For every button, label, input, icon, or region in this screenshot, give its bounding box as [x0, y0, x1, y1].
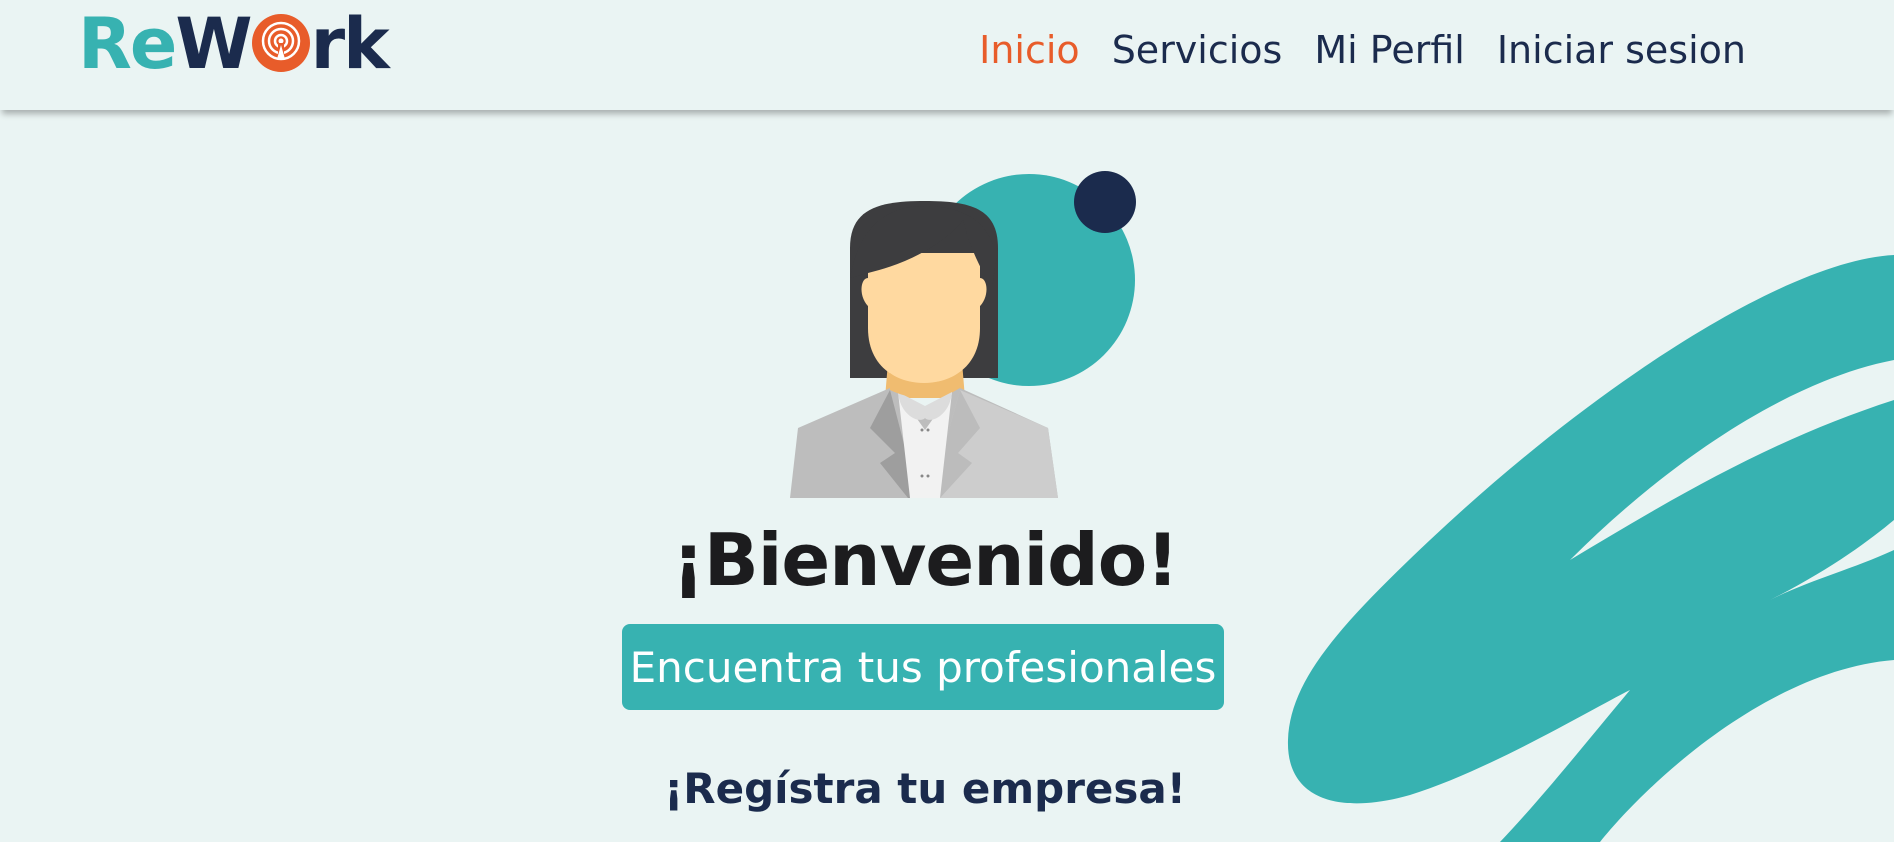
- logo-text-re: Re: [78, 3, 177, 85]
- top-navbar: Re W rk Inicio Servicios Mi Perfil Inici…: [0, 0, 1894, 110]
- welcome-heading: ¡Bienvenido!: [671, 518, 1179, 602]
- nav-servicios[interactable]: Servicios: [1112, 28, 1283, 72]
- main-nav: Inicio Servicios Mi Perfil Iniciar sesio…: [979, 22, 1746, 78]
- logo-text-w: W: [175, 3, 252, 85]
- nav-mi-perfil[interactable]: Mi Perfil: [1314, 28, 1464, 72]
- rework-logo[interactable]: Re W rk: [78, 3, 390, 85]
- find-professionals-button[interactable]: Encuentra tus profesionales: [622, 624, 1224, 710]
- nav-iniciar-sesion[interactable]: Iniciar sesion: [1497, 28, 1746, 72]
- nav-inicio[interactable]: Inicio: [979, 28, 1080, 72]
- logo-text-rk: rk: [310, 3, 390, 85]
- register-company-link[interactable]: ¡Regístra tu empresa!: [0, 764, 1850, 813]
- businesswoman-avatar: [790, 171, 1136, 498]
- broadcast-icon: [251, 14, 310, 72]
